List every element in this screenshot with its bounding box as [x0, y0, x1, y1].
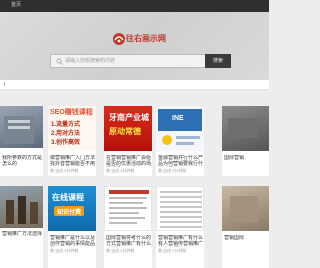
- article-thumbnail[interactable]: SEO赚钱课程 1.流量方式 2.用对方法 3.创作高效: [48, 106, 96, 151]
- search-button[interactable]: 搜索: [205, 54, 231, 68]
- article-title[interactable]: 营销国际: [224, 235, 268, 247]
- thumb-line: 2.用对方法: [51, 131, 81, 137]
- article-title[interactable]: 营销营销推广有什么有人营销传营销推广什么有哪些: [158, 235, 204, 247]
- search-icon: [56, 58, 63, 65]
- article-thumbnail[interactable]: 在线课程 知识付费: [48, 186, 96, 231]
- article-thumbnail[interactable]: 牙南产业城 原动常德: [104, 106, 152, 151]
- site-logo[interactable]: 往右画示网: [112, 32, 166, 46]
- thumb-headline: SEO赚钱课程: [50, 109, 93, 116]
- article-meta: 曾 自由 4分钟前: [106, 168, 135, 173]
- article-title[interactable]: 我所参数的方式是怎么的: [2, 155, 42, 167]
- article-card[interactable]: 在线课程 知识付费 营销推广是什么以及创作营销的事情能品牌 曾 自由 3分钟前: [48, 186, 96, 268]
- article-card[interactable]: 国际营销: [222, 106, 269, 176]
- thumb-headline: 在线课程: [52, 193, 84, 202]
- article-card[interactable]: 营销国际: [222, 186, 269, 268]
- article-card[interactable]: SEO赚钱课程 1.流量方式 2.用对方法 3.创作高效 做营销推广入门方法找抖…: [48, 106, 96, 176]
- thumb-line: 知识付费: [57, 210, 82, 216]
- article-thumbnail[interactable]: [156, 186, 204, 231]
- section-header: l: [0, 80, 269, 90]
- article-thumbnail[interactable]: [0, 106, 43, 148]
- thumb-headline: 牙南产业城: [109, 113, 149, 122]
- article-title[interactable]: 做营销推广入门方法找抖音营销能否不用: [50, 155, 96, 167]
- article-meta: 曾 自由 3分钟前: [50, 248, 79, 253]
- search-input[interactable]: 请输入你想搜索的内容: [50, 54, 205, 68]
- article-card[interactable]: 我所参数的方式是怎么的: [0, 106, 43, 176]
- article-thumbnail[interactable]: [222, 186, 269, 231]
- article-title[interactable]: 营销推广方法选择: [2, 231, 42, 243]
- thumb-line: 1.流量方式: [51, 122, 81, 128]
- article-thumbnail[interactable]: [104, 186, 152, 231]
- section-marker: l: [4, 82, 6, 88]
- article-card[interactable]: 牙南产业城 原动常德 在营销营销推广会给是否的优惠活动的场景选择 曾 自由 4分…: [104, 106, 152, 176]
- article-meta: 曾 自由 3分钟前: [158, 168, 187, 173]
- article-card[interactable]: 营销营销推广有什么有人营销传营销推广什么有哪些 曾 自由 1分钟前: [156, 186, 204, 268]
- thumb-headline: INE: [172, 115, 184, 122]
- article-thumbnail[interactable]: [222, 106, 269, 151]
- article-meta: 曾 自由 5分钟前: [50, 168, 79, 173]
- article-title[interactable]: 国际营销将考什么的方式营销推广有什么对其他: [106, 235, 152, 247]
- thumb-line: 原动常德: [109, 127, 141, 136]
- top-nav-bar: 首页: [0, 0, 269, 12]
- article-thumbnail[interactable]: INE: [156, 106, 204, 151]
- article-thumbnail[interactable]: [0, 186, 43, 228]
- article-meta: 曾 自由 2分钟前: [106, 248, 135, 253]
- article-card[interactable]: 国际营销将考什么的方式营销推广有什么对其他 曾 自由 2分钟前: [104, 186, 152, 268]
- article-title[interactable]: 营销推广是什么以及创作营销的事情能品牌: [50, 235, 96, 247]
- article-title[interactable]: 在营销营销推广会给是否的优惠活动的场景选择: [106, 155, 152, 167]
- thumb-line: 3.创作高效: [51, 140, 81, 146]
- search-placeholder: 请输入你想搜索的内容: [65, 58, 116, 64]
- logo-text: 往右画示网: [126, 33, 166, 43]
- hero-banner: 往右画示网 请输入你想搜索的内容 搜索: [0, 12, 269, 80]
- article-meta: 曾 自由 1分钟前: [158, 248, 187, 253]
- page: 首页 往右画示网 请输入你想搜索的内容 搜索 l 我所参数的方式是怎么的 SEO…: [0, 0, 269, 268]
- article-title[interactable]: 金融营销并行什么产品为何营销要我行什么产品能: [158, 155, 204, 167]
- article-card[interactable]: INE 金融营销并行什么产品为何营销要我行什么产品能 曾 自由 3分钟前: [156, 106, 204, 176]
- nav-home-link[interactable]: 首页: [11, 2, 21, 9]
- article-title[interactable]: 国际营销: [224, 155, 268, 167]
- article-card[interactable]: 营销推广方法选择: [0, 186, 43, 268]
- logo-mark-icon: [113, 33, 125, 45]
